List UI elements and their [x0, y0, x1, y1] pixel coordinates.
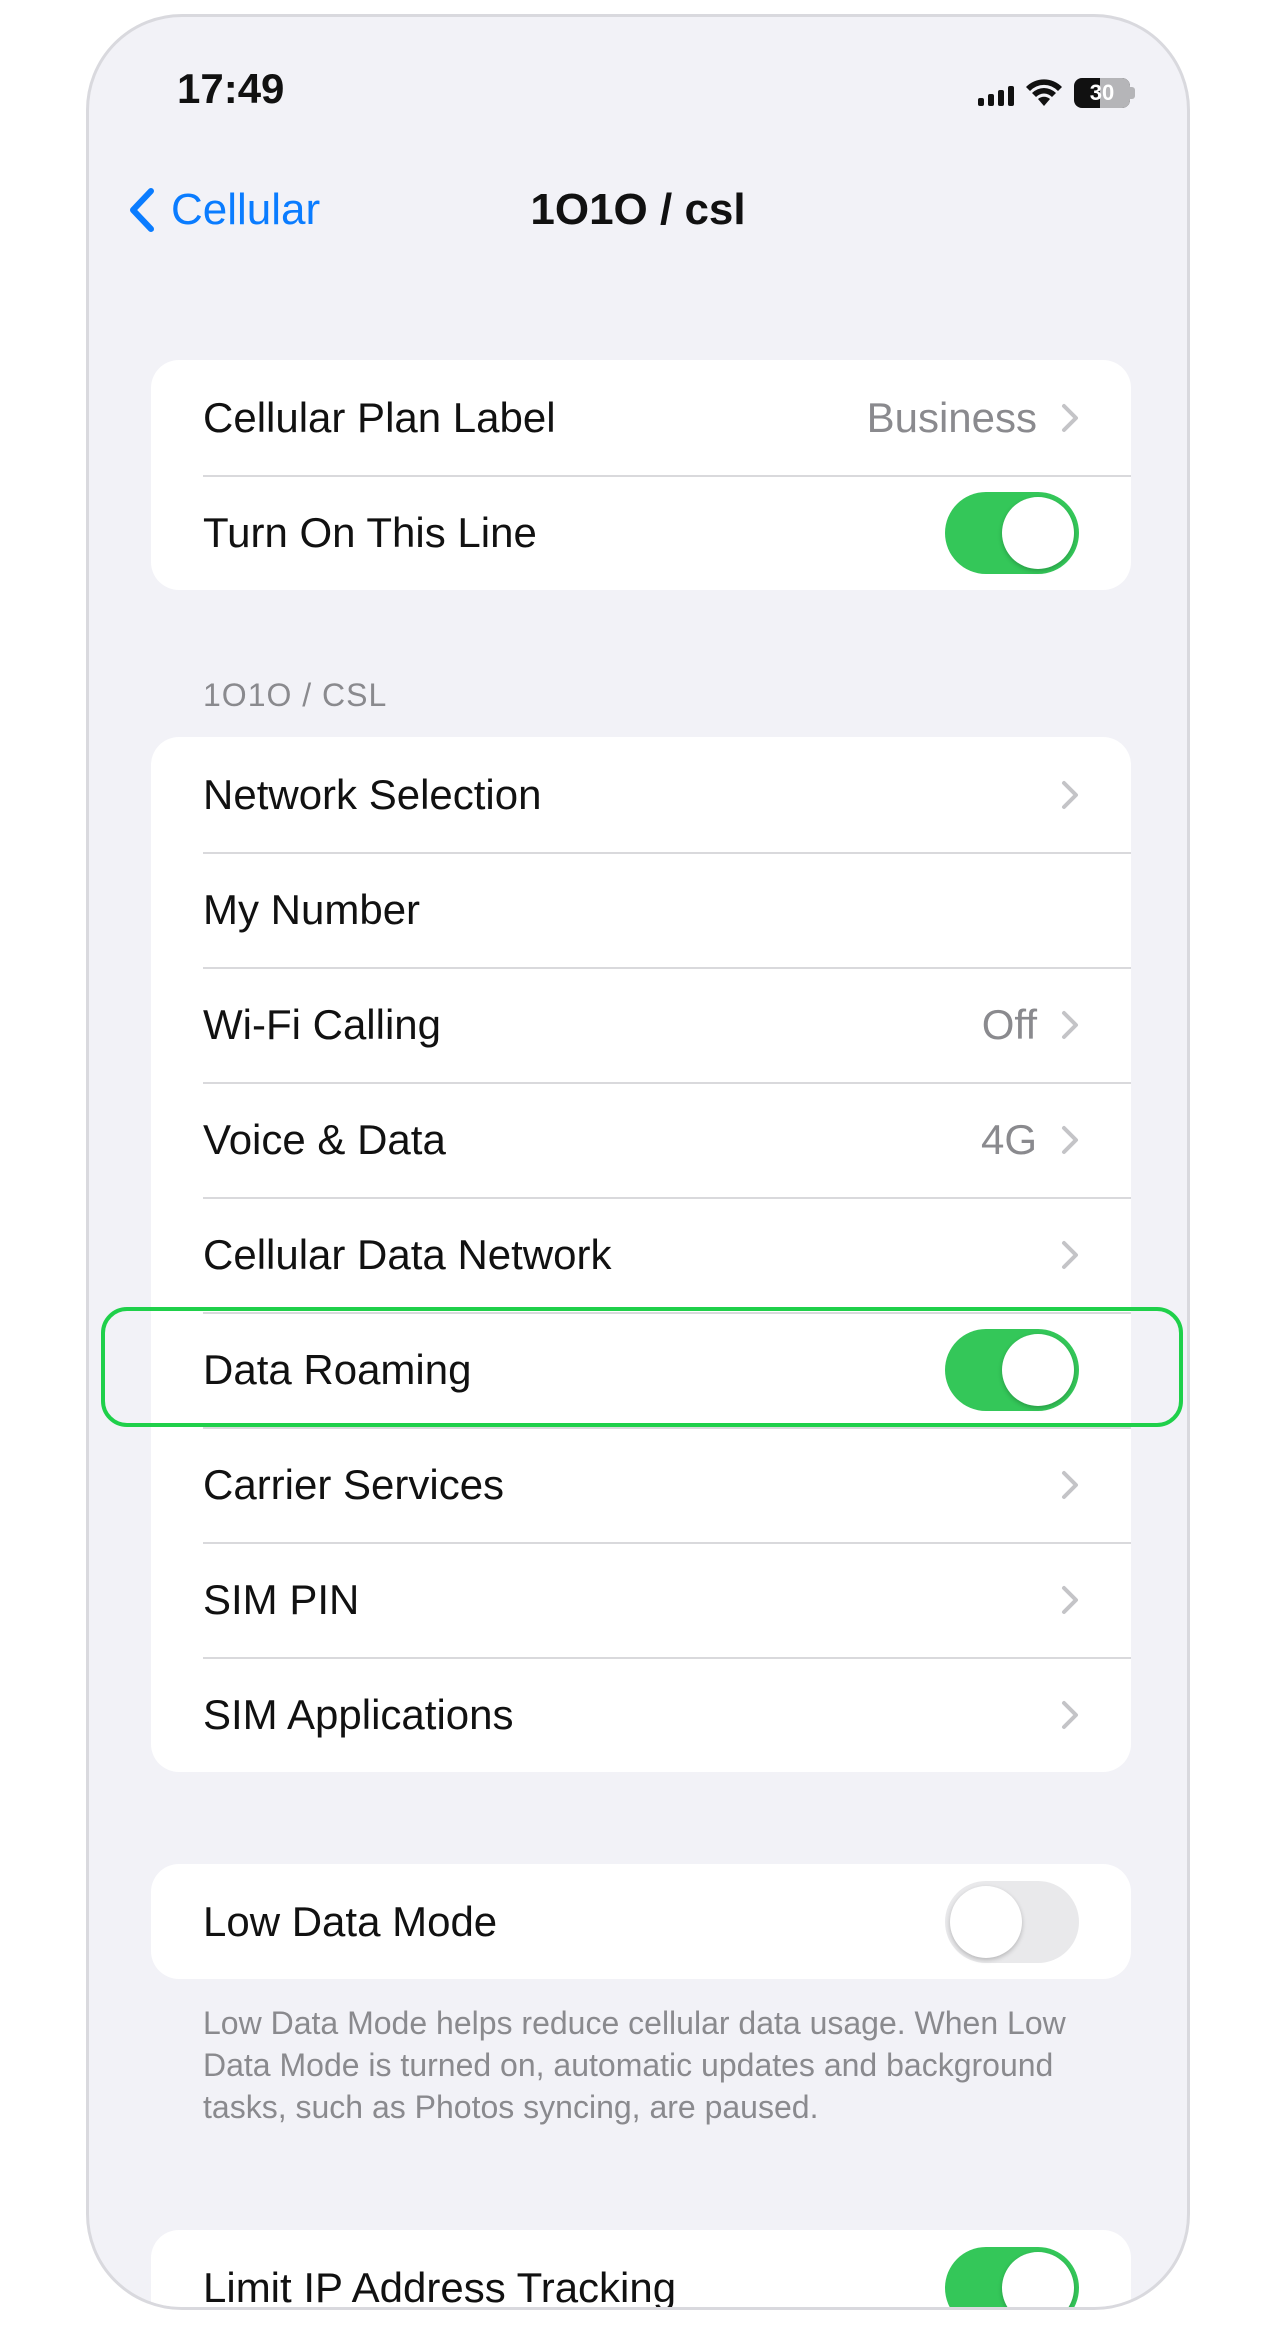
row-label: My Number: [203, 885, 421, 933]
data-roaming-toggle[interactable]: [945, 1328, 1079, 1411]
page-title: 1O1O / csl: [530, 185, 746, 234]
row-label: Voice & Data: [203, 1115, 446, 1163]
chevron-right-icon: [1062, 403, 1078, 432]
row-label: SIM Applications: [203, 1690, 514, 1738]
sim-pin-row[interactable]: SIM PIN: [151, 1542, 1131, 1657]
chevron-right-icon: [1062, 1010, 1078, 1039]
row-label: Network Selection: [203, 770, 542, 818]
low-data-mode-toggle[interactable]: [945, 1880, 1079, 1963]
chevron-right-icon: [1062, 1125, 1078, 1154]
carrier-services-row[interactable]: Carrier Services: [151, 1427, 1131, 1542]
turn-on-line-toggle[interactable]: [945, 491, 1079, 574]
wifi-icon: [1026, 79, 1062, 106]
row-label: SIM PIN: [203, 1575, 360, 1623]
turn-on-line-row: Turn On This Line: [151, 475, 1131, 590]
plan-group: Cellular Plan Label Business Turn On Thi…: [151, 360, 1131, 590]
chevron-right-icon: [1062, 1585, 1078, 1614]
row-label: Low Data Mode: [203, 1897, 498, 1945]
row-label: Data Roaming: [203, 1345, 472, 1393]
row-label: Wi-Fi Calling: [203, 1000, 442, 1048]
phone-frame: 17:49 30 Cellular 1O1O / csl Cellular Pl…: [86, 14, 1190, 2310]
status-icons: 30: [978, 73, 1135, 113]
data-roaming-row: Data Roaming: [151, 1312, 1131, 1427]
row-value: Off: [981, 1000, 1037, 1048]
row-label: Turn On This Line: [203, 508, 537, 556]
carrier-settings-group: Network Selection My Number Wi-Fi Callin…: [151, 737, 1131, 1772]
row-value: Business: [866, 393, 1037, 441]
row-label: Carrier Services: [203, 1460, 505, 1508]
low-data-footer: Low Data Mode helps reduce cellular data…: [203, 2005, 1066, 2125]
chevron-right-icon: [1062, 1700, 1078, 1729]
cellular-data-network-row[interactable]: Cellular Data Network: [151, 1197, 1131, 1312]
section-header: 1O1O / CSL: [203, 677, 388, 713]
cellular-signal-icon: [978, 80, 1014, 106]
cellular-plan-label-row[interactable]: Cellular Plan Label Business: [151, 360, 1131, 475]
low-data-mode-row: Low Data Mode: [151, 1864, 1131, 1979]
wifi-calling-row[interactable]: Wi-Fi Calling Off: [151, 967, 1131, 1082]
voice-data-row[interactable]: Voice & Data 4G: [151, 1082, 1131, 1197]
network-selection-row[interactable]: Network Selection: [151, 737, 1131, 852]
sim-applications-row[interactable]: SIM Applications: [151, 1657, 1131, 1772]
chevron-right-icon: [1062, 1470, 1078, 1499]
limit-ip-tracking-toggle[interactable]: [945, 2246, 1079, 2307]
row-label: Cellular Plan Label: [203, 393, 556, 441]
chevron-right-icon: [1062, 780, 1078, 809]
low-data-group: Low Data Mode: [151, 1864, 1131, 1979]
battery-icon: 30: [1074, 78, 1130, 108]
chevron-right-icon: [1062, 1240, 1078, 1269]
my-number-row[interactable]: My Number: [151, 852, 1131, 967]
row-label: Limit IP Address Tracking: [203, 2263, 677, 2310]
row-label: Cellular Data Network: [203, 1230, 612, 1278]
battery-level: 30: [1089, 80, 1115, 105]
row-value: 4G: [980, 1115, 1037, 1163]
limit-ip-tracking-row: Limit IP Address Tracking: [151, 2230, 1131, 2310]
ip-tracking-group: Limit IP Address Tracking: [151, 2230, 1131, 2310]
status-time: 17:49: [177, 65, 285, 112]
